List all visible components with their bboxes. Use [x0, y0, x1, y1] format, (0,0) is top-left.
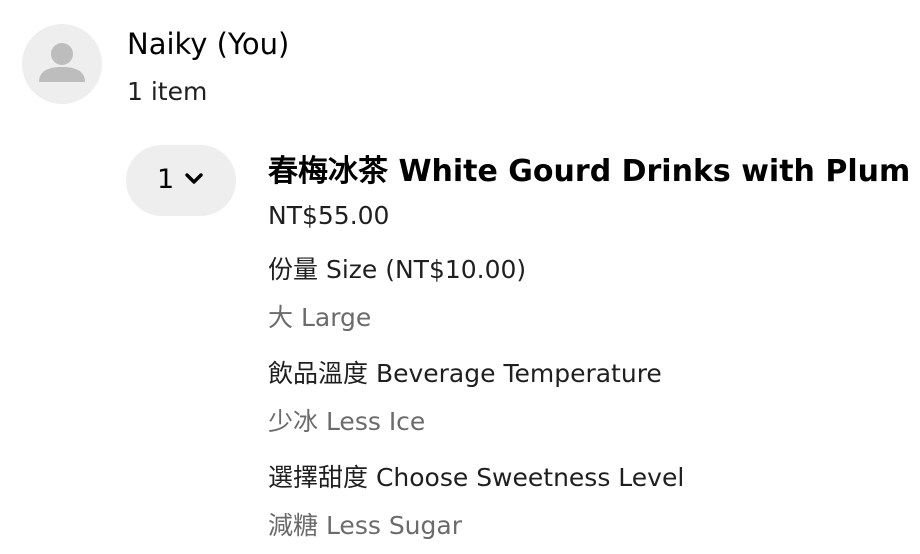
item-price: NT$55.00 [268, 201, 390, 230]
person-silhouette-icon [39, 43, 85, 82]
option-sweetness: 選擇甜度 Choose Sweetness Level 減糖 Less Suga… [268, 462, 908, 542]
item-title: 春梅冰茶 White Gourd Drinks with Plum [268, 154, 911, 189]
option-label: 份量 Size (NT$10.00) [268, 255, 527, 284]
chevron-down-icon [185, 173, 203, 184]
user-name: Naiky (You) [127, 27, 290, 61]
quantity-value: 1 [157, 164, 175, 195]
quantity-selector[interactable]: 1 [126, 145, 236, 216]
option-label: 選擇甜度 Choose Sweetness Level [268, 463, 685, 492]
avatar [22, 24, 102, 104]
item-count: 1 item [127, 77, 208, 106]
option-value: 大 Large [268, 303, 372, 332]
option-value: 少冰 Less Ice [268, 407, 426, 436]
option-temperature: 飲品溫度 Beverage Temperature 少冰 Less Ice [268, 358, 908, 438]
cart-participant-section: Naiky (You) 1 item 1 春梅冰茶 White Gourd Dr… [0, 0, 920, 554]
option-size: 份量 Size (NT$10.00) 大 Large [268, 254, 908, 334]
option-label: 飲品溫度 Beverage Temperature [268, 359, 662, 388]
cart-item-details: 春梅冰茶 White Gourd Drinks with Plum NT$55.… [268, 152, 911, 542]
option-value: 減糖 Less Sugar [268, 511, 462, 540]
